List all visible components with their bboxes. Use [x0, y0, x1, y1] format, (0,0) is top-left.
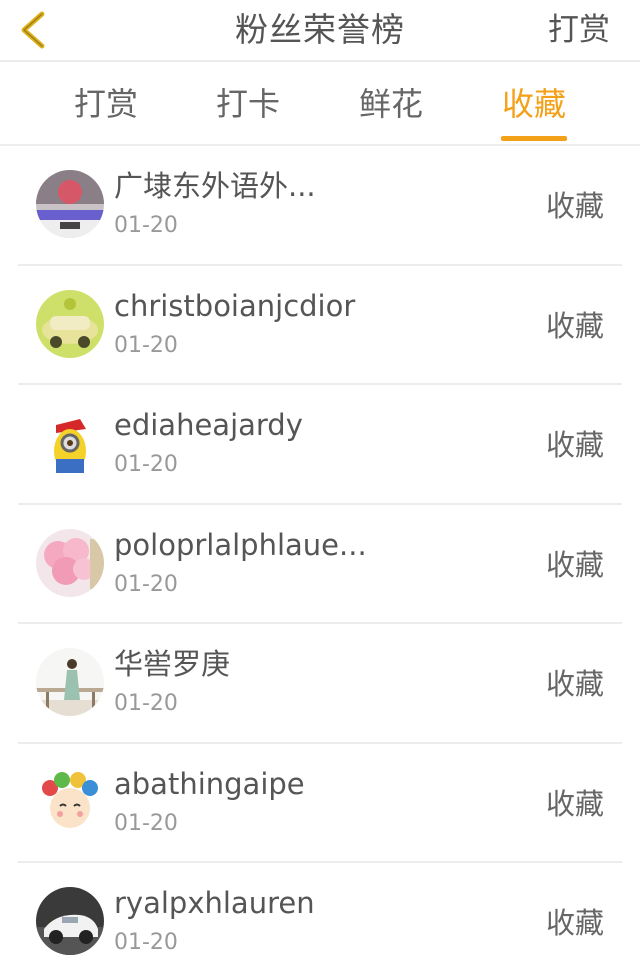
- reward-button[interactable]: 打赏: [548, 8, 610, 52]
- list-item[interactable]: ryalpxhlauren 01-20 收藏: [0, 863, 640, 975]
- action-type: 收藏: [545, 428, 604, 462]
- avatar: [36, 648, 104, 716]
- top-bar: 粉丝荣誉榜 打赏: [0, 0, 640, 62]
- fan-date: 01-20: [114, 810, 178, 836]
- fan-date: 01-20: [114, 452, 178, 477]
- avatar: [36, 409, 104, 477]
- list-item[interactable]: abathingaipe 01-20 收藏: [0, 744, 640, 863]
- list-item[interactable]: 华喾罗庚 01-20 收藏: [0, 624, 640, 744]
- action-type: 收藏: [545, 667, 604, 701]
- list-item[interactable]: poloprlalphlaue... 01-20 收藏: [0, 505, 640, 624]
- page-title: 粉丝荣誉榜: [235, 10, 405, 49]
- action-type: 收藏: [545, 906, 604, 940]
- avatar: [36, 767, 104, 836]
- fan-list: 广埭东外语外... 01-20 收藏 christboianjcdior 01-…: [0, 146, 640, 975]
- fan-date: 01-20: [114, 571, 178, 597]
- list-item[interactable]: 广埭东外语外... 01-20 收藏: [0, 146, 640, 266]
- tab-bar: 打赏 打卡 鲜花 收藏: [0, 62, 640, 146]
- fan-name: poloprlalphlaue...: [114, 527, 367, 562]
- tab-checkin[interactable]: 打卡: [208, 84, 288, 124]
- avatar: [36, 528, 104, 597]
- fan-name: ediaheajardy: [114, 408, 303, 442]
- fan-name: abathingaipe: [114, 766, 305, 801]
- action-type: 收藏: [545, 308, 604, 343]
- tab-favorites[interactable]: 收藏: [494, 84, 574, 124]
- list-item[interactable]: christboianjcdior 01-20 收藏: [0, 266, 640, 385]
- fan-name: 华喾罗庚: [114, 647, 231, 681]
- avatar: [36, 887, 104, 955]
- tab-flowers[interactable]: 鲜花: [351, 84, 431, 124]
- action-type: 收藏: [545, 786, 604, 821]
- action-type: 收藏: [545, 189, 604, 223]
- fan-name: ryalpxhlauren: [114, 886, 315, 920]
- fan-date: 01-20: [114, 213, 178, 238]
- avatar: [36, 289, 104, 358]
- tab-reward[interactable]: 打赏: [66, 84, 146, 124]
- action-type: 收藏: [545, 547, 604, 582]
- fan-date: 01-20: [114, 930, 178, 955]
- avatar: [36, 170, 104, 238]
- list-item[interactable]: ediaheajardy 01-20 收藏: [0, 385, 640, 505]
- active-tab-indicator: [501, 136, 567, 141]
- fan-date: 01-20: [114, 691, 178, 716]
- fan-name: christboianjcdior: [114, 288, 356, 323]
- fan-date: 01-20: [114, 332, 178, 358]
- fan-name: 广埭东外语外...: [114, 169, 316, 203]
